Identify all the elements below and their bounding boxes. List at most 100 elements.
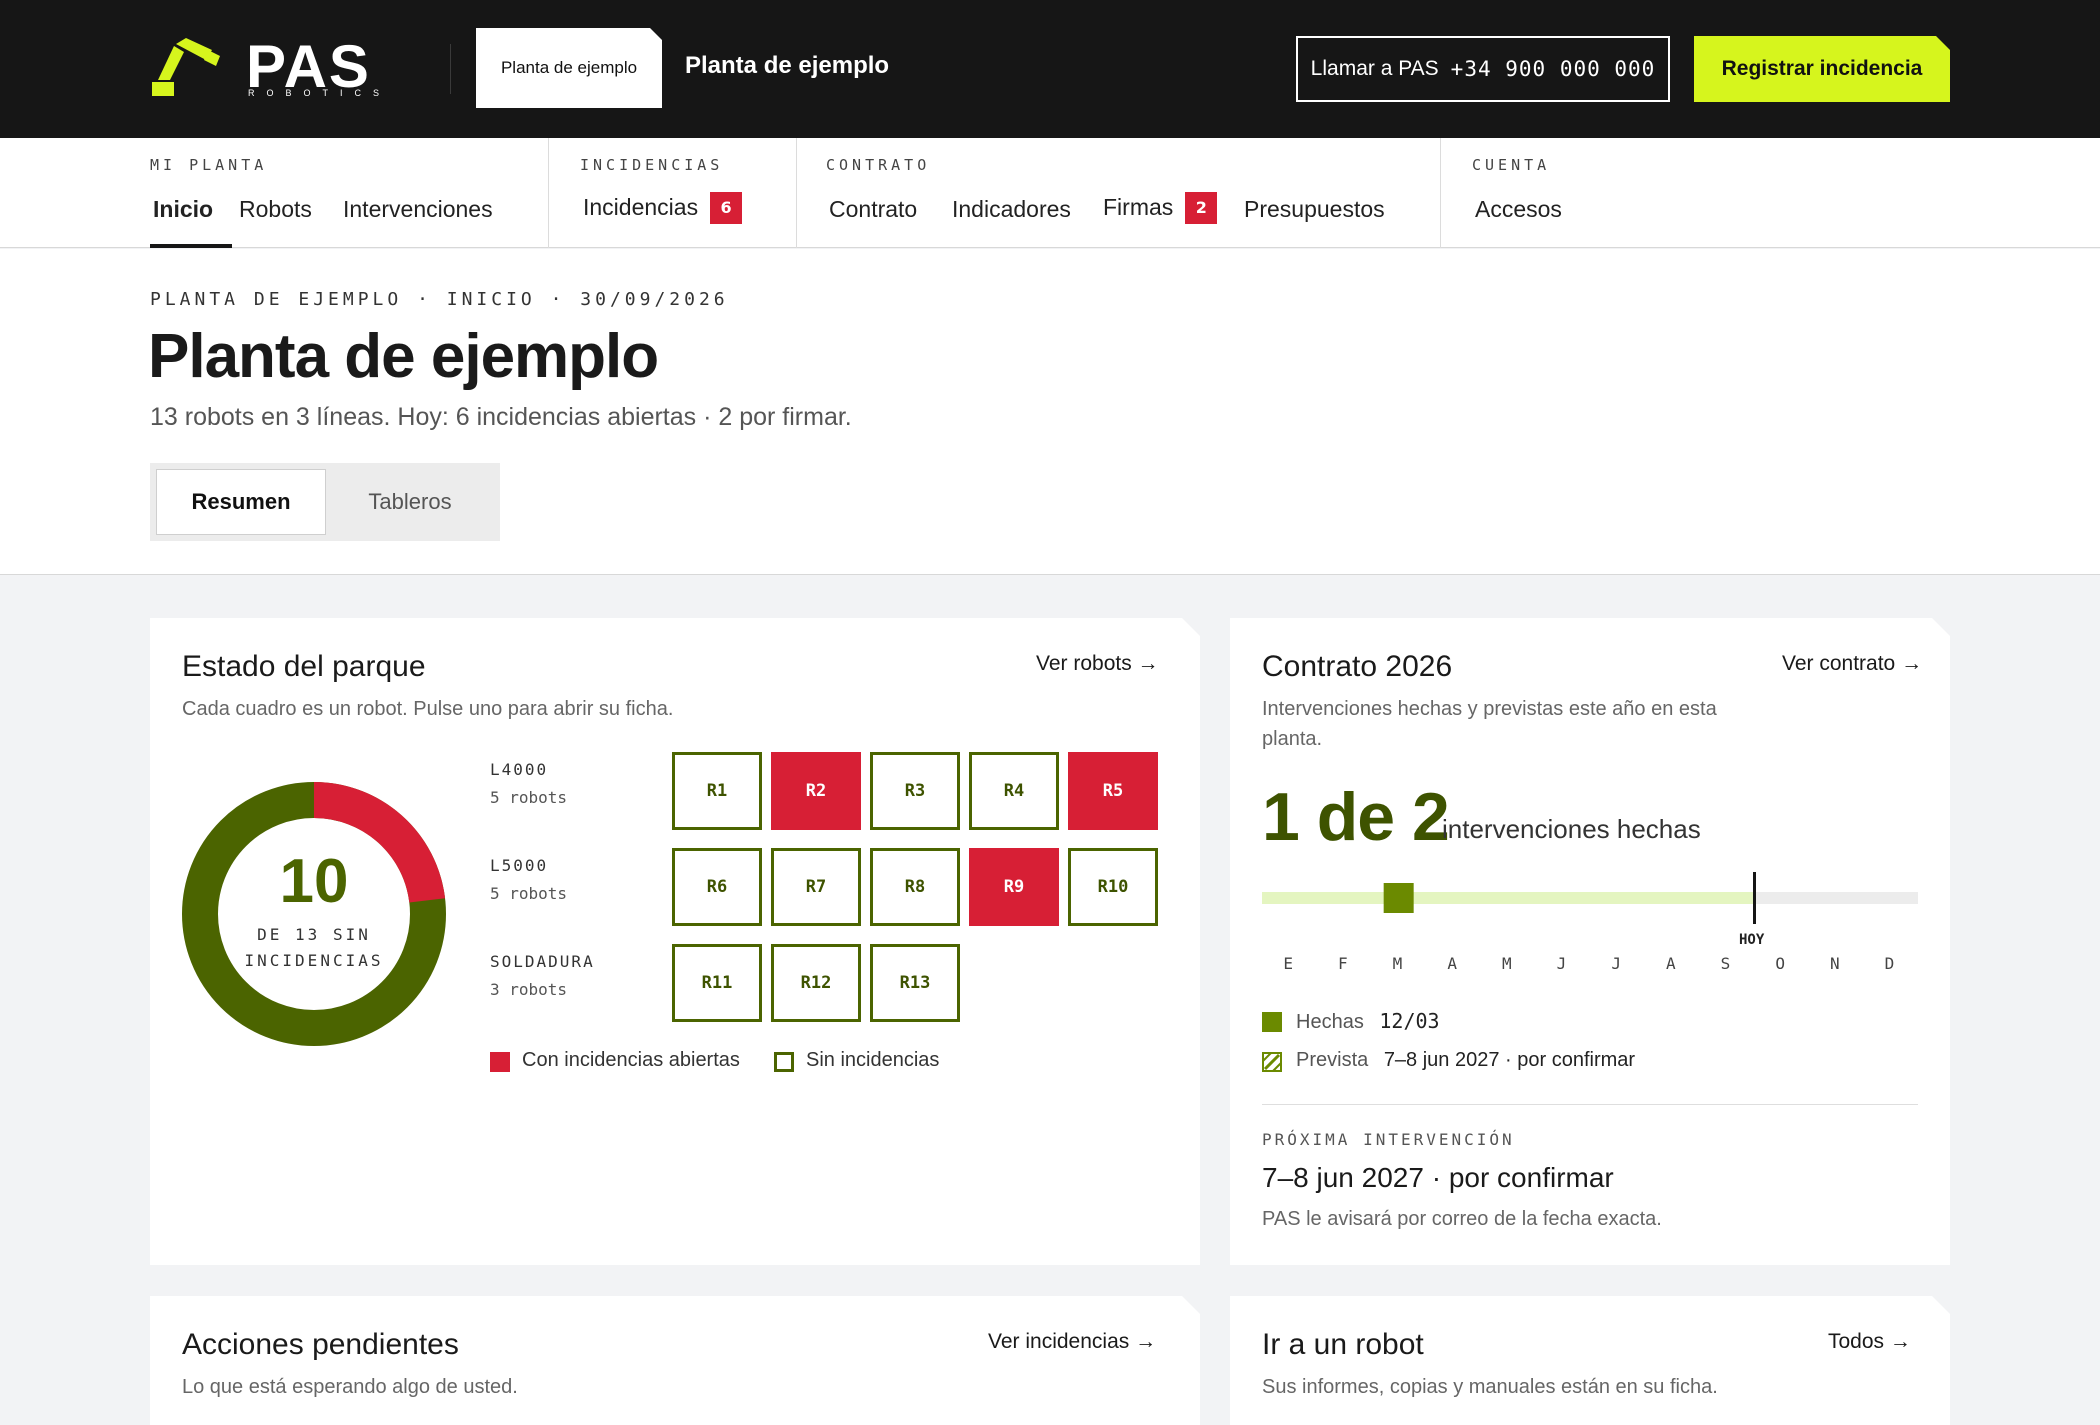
donut-label: DE 13 SIN INCIDENCIAS [182, 922, 446, 974]
top-bar: PAS ROBOTICS Planta de ejemplo Planta de… [0, 0, 2100, 138]
legend-planned-value: 7–8 jun 2027 · por confirmar [1383, 1049, 1636, 1071]
month-tick-label: F [1338, 954, 1348, 973]
register-incident-button[interactable]: Registrar incidencia [1694, 36, 1950, 102]
robot-tile-r11[interactable]: R11 [672, 944, 762, 1022]
month-tick-label: D [1884, 954, 1895, 973]
legend-open-label: Con incidencias abiertas [522, 1049, 740, 1071]
next-intervention-date: 7–8 jun 2027 · por confirmar [1262, 1162, 1614, 1193]
legend-done-value: 12/03 [1379, 1009, 1440, 1033]
view-contract-link[interactable]: Ver contrato → [1782, 652, 1922, 676]
nav-item-robots[interactable]: Robots [239, 196, 312, 223]
robot-tile-r12[interactable]: R12 [771, 944, 861, 1022]
pending-actions-card: Acciones pendientes Lo que está esperand… [150, 1296, 1200, 1425]
pas-logo[interactable]: PAS ROBOTICS [150, 33, 410, 102]
robot-arm-logo-icon [152, 38, 220, 96]
nav-item-label: Incidencias [583, 194, 699, 220]
card-title: Acciones pendientes [182, 1328, 459, 1361]
nav-group-label: INCIDENCIAS [580, 156, 724, 174]
robot-tile-r1[interactable]: R1 [672, 752, 762, 830]
header-divider [450, 44, 451, 94]
view-robots-link[interactable]: Ver robots → [1036, 652, 1159, 676]
call-pas-button[interactable]: Llamar a PAS +34 900 000 000 [1296, 36, 1670, 102]
timeline-today-marker [1753, 872, 1756, 924]
legend-planned-swatch [1262, 1052, 1282, 1072]
nav-item-presupuestos[interactable]: Presupuestos [1244, 196, 1385, 223]
month-tick-label: E [1283, 954, 1293, 973]
line-name-soldadura: SOLDADURA [490, 952, 595, 971]
nav-item-incidencias[interactable]: Incidencias 6 [583, 192, 743, 224]
call-number: +34 900 000 000 [1450, 57, 1656, 81]
card-subtitle: Intervenciones hechas y previstas este a… [1262, 698, 1717, 750]
card-subtitle: Cada cuadro es un robot. Pulse uno para … [182, 698, 674, 720]
month-tick-label: A [1447, 954, 1457, 973]
robot-tile-r7[interactable]: R7 [771, 848, 861, 926]
card-subtitle: Lo que está esperando algo de usted. [182, 1376, 518, 1398]
nav-item-firmas[interactable]: Firmas 2 [1103, 192, 1218, 224]
breadcrumb: PLANTA DE EJEMPLO · INICIO · 30/09/2026 [150, 289, 729, 310]
legend-planned: Prevista 7–8 jun 2027 · por confirmar [1296, 1049, 1635, 1072]
plant-title: Planta de ejemplo [685, 52, 890, 79]
divider [1262, 1104, 1918, 1105]
brand-subtitle: ROBOTICS [248, 88, 392, 98]
nav-active-indicator [150, 244, 232, 248]
plant-selector[interactable]: Planta de ejemplo [476, 28, 662, 108]
robot-tile-r10[interactable]: R10 [1068, 848, 1158, 926]
today-label: HOY [1739, 932, 1765, 948]
legend-done-label: Hechas [1296, 1011, 1364, 1033]
interventions-count-label: intervenciones hechas [1442, 814, 1701, 844]
incidencias-count-badge: 6 [710, 192, 743, 224]
line-count-l5000: 5 robots [490, 884, 568, 903]
view-incidents-link[interactable]: Ver incidencias → [988, 1330, 1156, 1354]
timeline-done-marker [1384, 883, 1414, 913]
donut-value: 10 [279, 847, 349, 916]
card-title: Ir a un robot [1262, 1328, 1424, 1361]
nav-item-indicadores[interactable]: Indicadores [952, 196, 1071, 223]
view-tabs: Resumen Tableros [150, 463, 500, 541]
donut-label-line1: DE 13 SIN [257, 925, 371, 944]
interventions-count: 1 de 2 [1262, 779, 1449, 855]
month-tick-label: A [1666, 954, 1676, 973]
robot-tile-r9[interactable]: R9 [969, 848, 1059, 926]
month-tick-label: N [1830, 954, 1840, 973]
card-subtitle: Sus informes, copias y manuales están en… [1262, 1376, 1718, 1398]
page-title: Planta de ejemplo [148, 322, 659, 391]
month-tick-label: J [1556, 954, 1567, 973]
legend-none-label: Sin incidencias [806, 1049, 940, 1071]
month-tick-label: J [1611, 954, 1621, 973]
robot-tile-r3[interactable]: R3 [870, 752, 960, 830]
nav-divider [1440, 138, 1441, 248]
robot-tile-r5[interactable]: R5 [1068, 752, 1158, 830]
page-subtitle: 13 robots en 3 líneas. Hoy: 6 incidencia… [150, 403, 852, 431]
line-count-l4000: 5 robots [490, 788, 568, 807]
legend-open-swatch [490, 1052, 510, 1072]
contract-card: Contrato 2026 Intervenciones hechas y pr… [1230, 618, 1950, 1265]
tab-resumen[interactable]: Resumen [156, 469, 326, 535]
nav-item-accesos[interactable]: Accesos [1475, 196, 1562, 223]
legend-none-swatch [774, 1052, 794, 1072]
line-name-l4000: L4000 [490, 760, 549, 779]
line-name-l5000: L5000 [490, 856, 549, 875]
robot-tile-r13[interactable]: R13 [870, 944, 960, 1022]
all-robots-link[interactable]: Todos → [1828, 1330, 1911, 1354]
legend-done-swatch [1262, 1012, 1282, 1032]
tab-tableros[interactable]: Tableros [326, 469, 494, 535]
page-header: PLANTA DE EJEMPLO · INICIO · 30/09/2026 … [0, 249, 2100, 575]
robot-tile-r2[interactable]: R2 [771, 752, 861, 830]
go-to-robot-card: Ir a un robot Sus informes, copias y man… [1230, 1296, 1950, 1425]
robot-tile-r6[interactable]: R6 [672, 848, 762, 926]
nav-divider [796, 138, 797, 248]
robot-tile-r8[interactable]: R8 [870, 848, 960, 926]
nav-group-label: MI PLANTA [150, 156, 268, 174]
card-title: Estado del parque [182, 650, 426, 683]
nav-item-inicio[interactable]: Inicio [153, 196, 213, 223]
main-nav: MI PLANTA Inicio Robots Intervenciones I… [0, 138, 2100, 248]
contract-timeline [1262, 872, 1918, 932]
fleet-status-card: Estado del parque Cada cuadro es un robo… [150, 618, 1200, 1265]
card-title: Contrato 2026 [1262, 650, 1453, 683]
month-tick-label: S [1720, 954, 1731, 973]
nav-item-intervenciones[interactable]: Intervenciones [343, 196, 493, 223]
nav-item-contrato[interactable]: Contrato [829, 196, 917, 223]
next-intervention-note: PAS le avisará por correo de la fecha ex… [1262, 1208, 1662, 1230]
timeline-elapsed [1262, 892, 1754, 904]
robot-tile-r4[interactable]: R4 [969, 752, 1059, 830]
